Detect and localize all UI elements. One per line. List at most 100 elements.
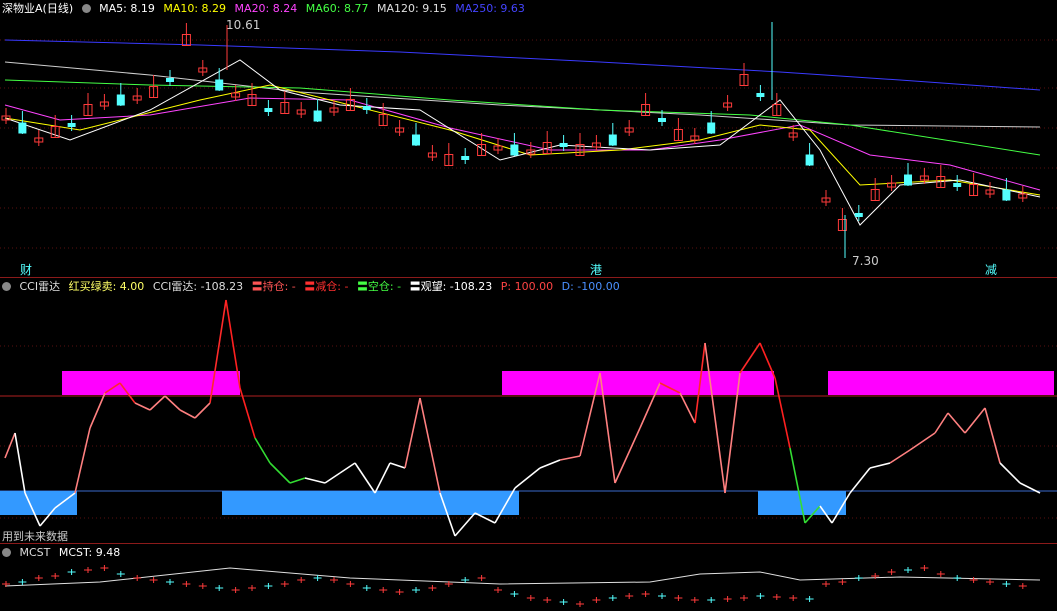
candle-body — [362, 106, 371, 110]
cci-empty-band — [0, 491, 77, 515]
cci-line-seg — [74, 427, 91, 494]
cci-param-6: P: 100.00 — [500, 280, 554, 293]
cci-line-seg — [934, 412, 949, 434]
mcst-chart[interactable] — [0, 544, 1057, 611]
candle-body — [756, 93, 765, 97]
price-header: 深物业A(日线) MA5: 8.19 MA10: 8.29 MA20: 8.24… — [2, 2, 530, 16]
cci-line-seg — [374, 462, 391, 494]
cci-chart[interactable] — [0, 278, 1057, 543]
cci-line-seg — [254, 437, 271, 464]
cci-line-seg — [539, 459, 561, 469]
candle-body — [264, 108, 273, 112]
cci-line-seg — [389, 462, 406, 469]
cci-line-seg — [704, 342, 726, 494]
cci-line-seg — [134, 402, 151, 411]
candle-body — [608, 134, 617, 146]
price-pane[interactable]: 深物业A(日线) MA5: 8.19 MA10: 8.29 MA20: 8.24… — [0, 0, 1057, 277]
cci-line-seg — [164, 395, 181, 411]
cci-line-seg — [999, 462, 1021, 484]
cci-param-0: 红买绿卖: 4.00 — [68, 280, 145, 293]
cci-line-seg — [739, 342, 761, 374]
mcst-value: MCST: 9.48 — [58, 546, 121, 559]
cci-param-4: 〓空仓: - — [356, 280, 402, 293]
cci-param-7: D: -100.00 — [561, 280, 620, 293]
cci-line-seg — [149, 395, 166, 411]
cci-header: CCI雷达 红买绿卖: 4.00 CCI雷达: -108.23 〓持仓: - 〓… — [2, 280, 625, 294]
ma10-line — [4, 84, 1041, 196]
cci-line-seg — [14, 432, 26, 494]
cci-line-seg — [269, 462, 291, 484]
mcst-settings-icon[interactable] — [2, 548, 11, 557]
cci-line-seg — [889, 449, 911, 464]
cci-line-seg — [289, 477, 306, 484]
event-marker-jian[interactable]: 减 — [985, 261, 997, 277]
low-price-text: 7.30 — [852, 254, 879, 268]
high-price-label: 10.61 — [226, 18, 260, 32]
cci-line-seg — [849, 467, 871, 494]
cci-line-seg — [4, 432, 16, 459]
cci-param-1: CCI雷达: -108.23 — [152, 280, 244, 293]
cci-line-seg — [909, 432, 936, 451]
cci-pane[interactable]: CCI雷达 红买绿卖: 4.00 CCI雷达: -108.23 〓持仓: - 〓… — [0, 278, 1057, 543]
cci-line-seg — [984, 407, 1001, 464]
candle-body — [412, 134, 420, 146]
candle-body — [461, 156, 470, 160]
price-chart[interactable] — [0, 0, 1057, 277]
ma20-line — [4, 97, 1041, 191]
cci-line-seg — [354, 462, 376, 494]
candle-body — [658, 118, 666, 122]
cci-hold-band — [502, 371, 774, 395]
candle-body — [510, 144, 519, 156]
mcst-name: MCST — [19, 546, 51, 559]
ma5-label: MA5: 8.19 — [99, 2, 155, 15]
cci-line-seg — [679, 392, 696, 424]
candle-body — [904, 174, 912, 186]
cci-line-seg — [559, 455, 581, 461]
candle-body — [854, 213, 863, 217]
ma120-label: MA120: 9.15 — [376, 2, 447, 15]
candle-body — [215, 79, 224, 91]
ma250-label: MA250: 9.63 — [455, 2, 525, 15]
candle-body — [313, 110, 322, 122]
candle-body — [67, 123, 76, 127]
cci-line-seg — [514, 467, 541, 489]
event-gang-text: 港 — [590, 263, 603, 277]
mcst-pane[interactable]: MCST MCST: 9.48 — [0, 544, 1057, 611]
candle-body — [953, 183, 962, 187]
cci-param-2: 〓持仓: - — [251, 280, 296, 293]
settings-icon[interactable] — [81, 4, 91, 13]
ma250-line — [4, 39, 1041, 91]
event-marker-gang[interactable]: 港 — [590, 261, 602, 277]
cci-line-seg — [324, 472, 341, 484]
ma60-label: MA60: 8.77 — [305, 2, 369, 15]
mcst-header: MCST MCST: 9.48 — [2, 546, 125, 560]
candle-body — [116, 94, 125, 106]
candle-body — [166, 78, 174, 82]
cci-param-5: 〓观望: -108.23 — [409, 280, 493, 293]
cci-line-seg — [89, 392, 106, 429]
ma20-label: MA20: 8.24 — [234, 2, 298, 15]
cci-name: CCI雷达 — [19, 280, 61, 293]
ma120-line — [4, 61, 1041, 128]
candle-body — [1002, 189, 1011, 201]
event-marker-cai[interactable]: 财 — [20, 261, 32, 277]
cci-settings-icon[interactable] — [2, 282, 11, 291]
cci-line-seg — [454, 512, 476, 537]
candle-body — [707, 122, 716, 134]
stock-title: 深物业A(日线) — [2, 2, 74, 15]
cci-line-seg — [179, 409, 196, 419]
cci-line-seg — [964, 407, 986, 434]
low-price-label: 7.30 — [852, 254, 879, 268]
event-jian-text: 减 — [985, 263, 998, 277]
cci-line-seg — [869, 462, 891, 469]
candle-body — [18, 122, 27, 134]
high-price-text: 10.61 — [226, 18, 261, 32]
cci-line-seg — [614, 427, 641, 484]
cci-line-seg — [947, 412, 966, 434]
future-data-text: 用到未来数据 — [2, 530, 68, 543]
candle-body — [559, 143, 568, 147]
ma10-label: MA10: 8.29 — [163, 2, 227, 15]
mcst-line — [4, 567, 1041, 587]
cci-empty-band — [222, 491, 519, 515]
event-cai-text: 财 — [20, 263, 33, 277]
